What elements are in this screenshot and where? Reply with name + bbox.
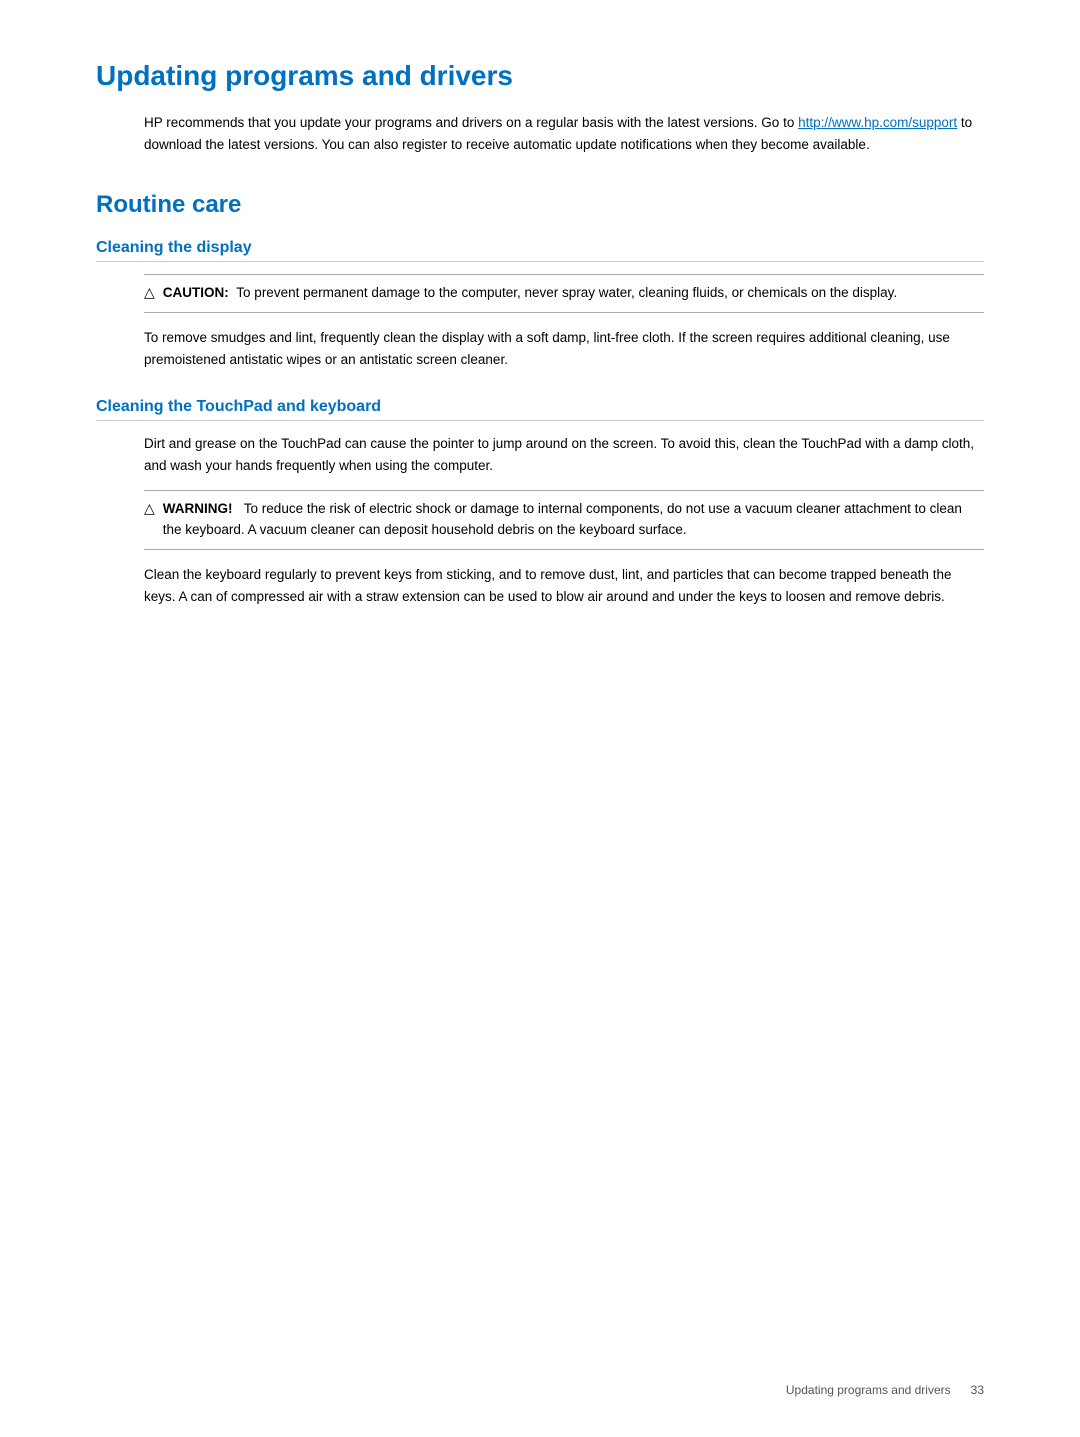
main-title: Updating programs and drivers — [96, 60, 984, 96]
caution-label: CAUTION: — [163, 285, 229, 300]
warning-box-keyboard: △ WARNING! To reduce the risk of electri… — [144, 490, 984, 550]
display-body-text: To remove smudges and lint, frequently c… — [144, 327, 984, 370]
footer-label: Updating programs and drivers — [786, 1383, 951, 1397]
subsection-display-title: Cleaning the display — [96, 239, 984, 262]
warning-keyboard-text: WARNING! To reduce the risk of electric … — [163, 499, 984, 541]
keyboard-body-text2: Clean the keyboard regularly to prevent … — [144, 564, 984, 607]
subsection-touchpad-title: Cleaning the TouchPad and keyboard — [96, 398, 984, 421]
warning-keyboard-body: To reduce the risk of electric shock or … — [163, 501, 962, 537]
warning-triangle-icon: △ — [144, 500, 155, 517]
section2-title: Routine care — [96, 191, 984, 219]
intro-text-before-link: HP recommends that you update your progr… — [144, 115, 798, 130]
touchpad-body-text1: Dirt and grease on the TouchPad can caus… — [144, 433, 984, 476]
warning-label: WARNING! — [163, 501, 233, 516]
subsection-cleaning-touchpad: Cleaning the TouchPad and keyboard Dirt … — [96, 398, 984, 607]
intro-paragraph: HP recommends that you update your progr… — [144, 112, 984, 155]
footer-page-number: 33 — [971, 1383, 984, 1397]
page-footer: Updating programs and drivers 33 — [786, 1383, 984, 1397]
caution-display-text: CAUTION: To prevent permanent damage to … — [163, 283, 897, 304]
caution-display-body: To prevent permanent damage to the compu… — [236, 285, 897, 300]
subsection-cleaning-display: Cleaning the display △ CAUTION: To preve… — [96, 239, 984, 370]
caution-triangle-icon: △ — [144, 284, 155, 301]
hp-support-link[interactable]: http://www.hp.com/support — [798, 115, 957, 130]
page-content: Updating programs and drivers HP recomme… — [0, 0, 1080, 716]
caution-box-display: △ CAUTION: To prevent permanent damage t… — [144, 274, 984, 313]
